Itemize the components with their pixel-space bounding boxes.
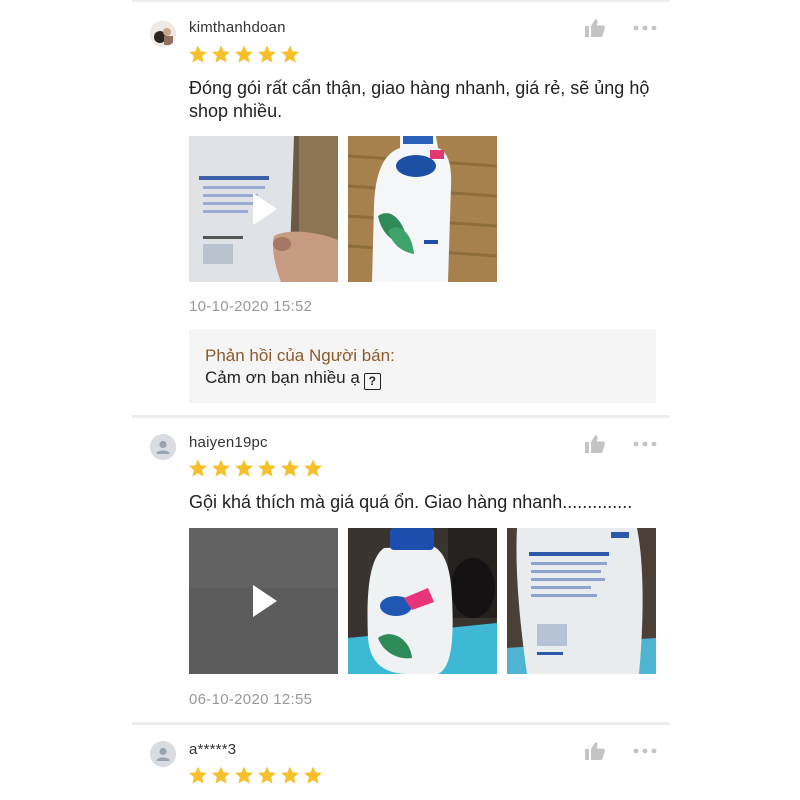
avatar-photo [150,21,176,47]
username[interactable]: a*****3 [189,741,236,758]
more-options-icon[interactable] [632,21,658,35]
star-icon [212,459,230,477]
unknown-glyph-icon: ? [363,373,381,390]
avatar[interactable] [150,434,176,460]
review-item: kimthanhdoan Đóng gói rất cẩn thận, giao… [132,2,670,415]
more-options-icon[interactable] [632,744,658,758]
star-icon [304,766,322,784]
review-video-thumbnail[interactable] [189,528,338,674]
avatar[interactable] [150,21,176,47]
play-icon[interactable] [251,584,279,618]
star-icon [189,459,207,477]
review-comment: Đóng gói rất cẩn thận, giao hàng nhanh, … [189,78,650,121]
review-timestamp: 10-10-2020 15:52 [189,298,313,315]
star-icon [258,459,276,477]
product-photo-image [348,528,497,674]
star-icon [281,459,299,477]
product-photo-image [507,528,656,674]
thumbs-up-icon[interactable] [584,18,606,38]
star-rating [188,45,300,65]
more-options-icon[interactable] [632,437,658,451]
star-rating [188,766,323,786]
seller-reply-text: Cảm ơn bạn nhiều ạ? [205,368,381,390]
star-icon [281,45,299,63]
avatar[interactable] [150,741,176,767]
play-icon[interactable] [251,192,279,226]
thumbs-up-icon[interactable] [584,434,606,454]
review-timestamp: 06-10-2020 12:55 [189,691,313,708]
star-icon [235,766,253,784]
review-item: haiyen19pc Gội khá thích mà giá quá ổn. … [132,418,670,722]
review-photo-thumbnail[interactable] [348,136,497,282]
review-photo-thumbnail[interactable] [348,528,497,674]
star-rating [188,459,323,479]
star-icon [258,766,276,784]
seller-reply: Phản hồi của Người bán: Cảm ơn bạn nhiều… [189,329,656,403]
review-item: a*****3 [132,725,670,800]
default-avatar-icon [150,741,176,767]
review-photo-thumbnail[interactable] [507,528,656,674]
username[interactable]: kimthanhdoan [189,19,286,36]
star-icon [235,459,253,477]
thumbs-up-icon[interactable] [584,741,606,761]
review-comment: Gội khá thích mà giá quá ổn. Giao hàng n… [189,492,633,512]
star-icon [258,45,276,63]
star-icon [304,459,322,477]
star-icon [189,45,207,63]
product-photo-image [348,136,497,282]
star-icon [212,45,230,63]
review-video-thumbnail[interactable] [189,136,338,282]
seller-reply-message: Cảm ơn bạn nhiều ạ [205,368,360,387]
star-icon [281,766,299,784]
seller-reply-label: Phản hồi của Người bán: [205,346,395,365]
star-icon [189,766,207,784]
default-avatar-icon [150,434,176,460]
username[interactable]: haiyen19pc [189,434,268,451]
star-icon [235,45,253,63]
star-icon [212,766,230,784]
